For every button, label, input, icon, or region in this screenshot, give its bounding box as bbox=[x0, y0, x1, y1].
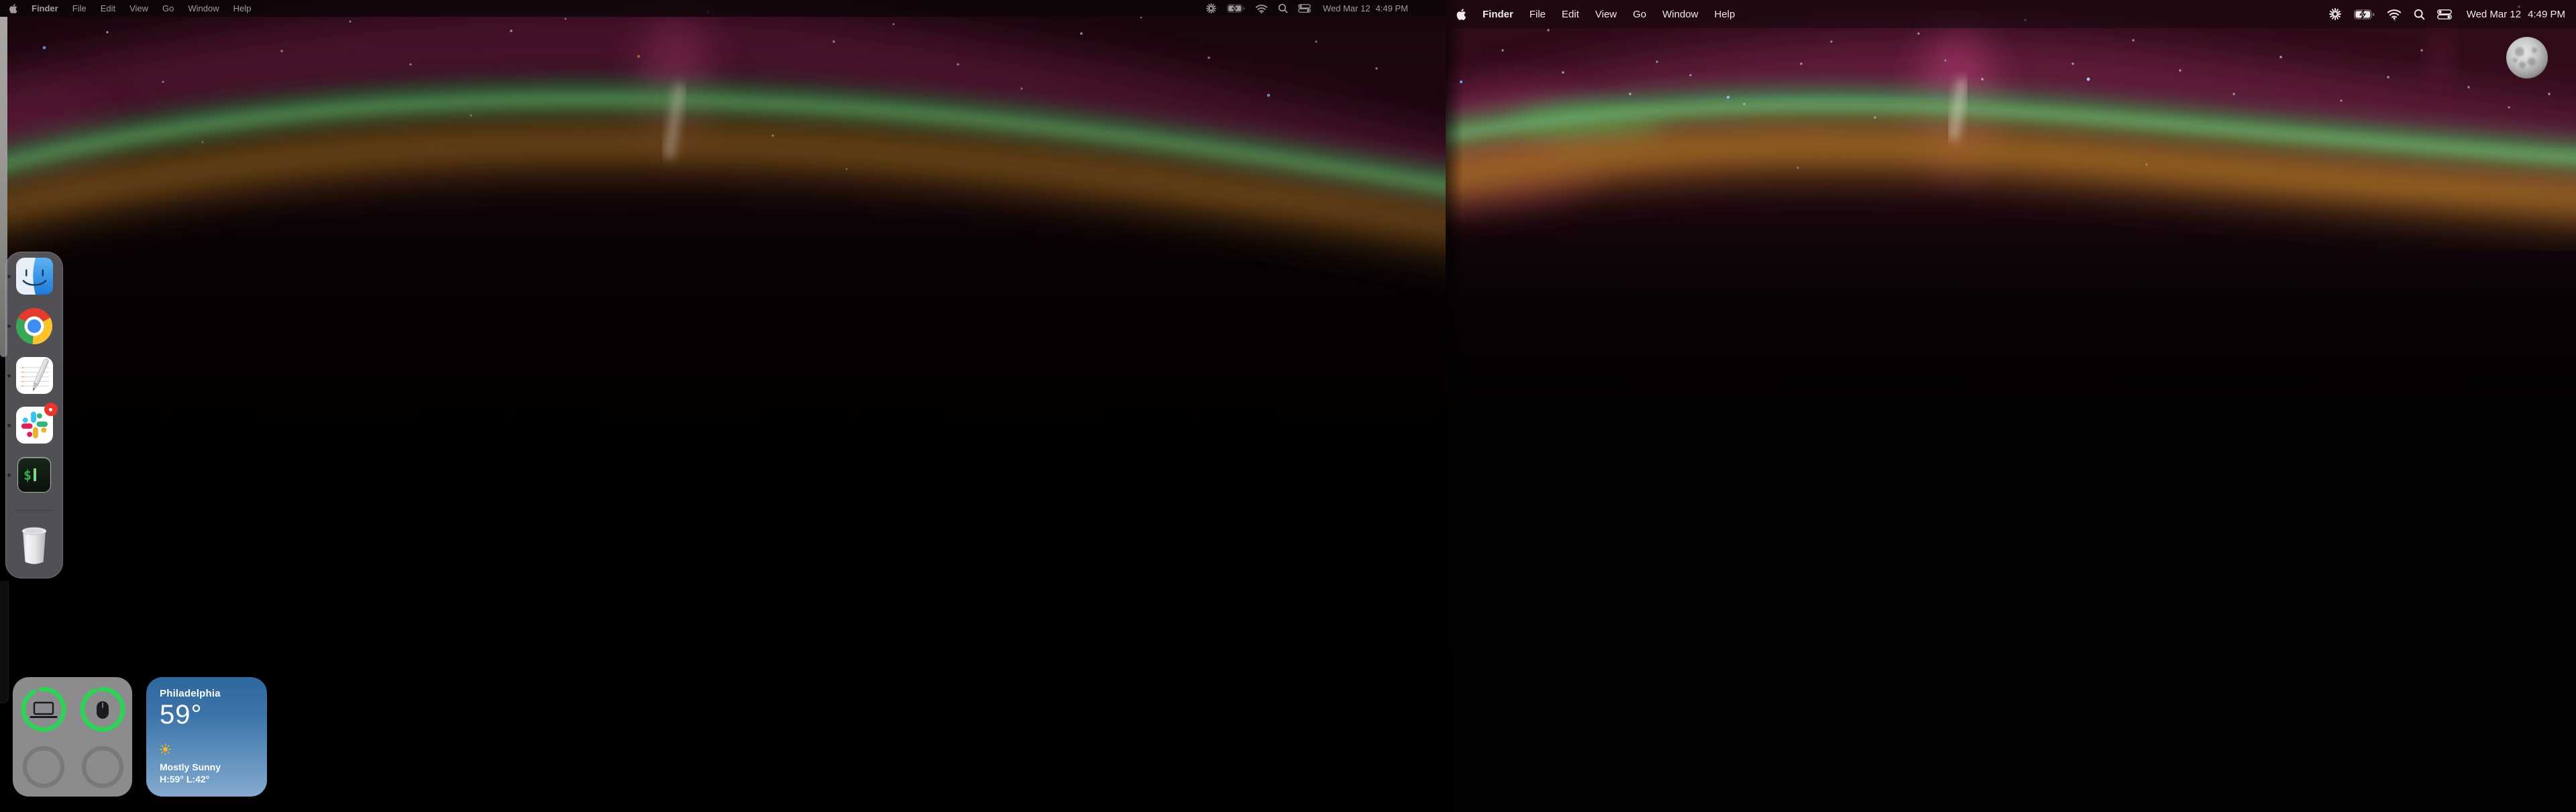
search-icon[interactable] bbox=[2414, 9, 2425, 20]
aurora-wallpaper-right bbox=[1446, 0, 2576, 812]
menu-file[interactable]: File bbox=[72, 3, 87, 13]
left-display: Finder File Edit View Go Window Help bbox=[0, 0, 1446, 812]
apple-logo-icon[interactable] bbox=[9, 3, 17, 14]
notification-badge bbox=[44, 403, 58, 416]
running-indicator bbox=[7, 423, 11, 427]
menu-view[interactable]: View bbox=[1595, 9, 1617, 20]
chrome-icon bbox=[16, 308, 52, 344]
desktop: Finder File Edit View Go Window Help bbox=[0, 0, 2576, 812]
running-indicator bbox=[7, 374, 11, 377]
offscreen-window-edge-dark bbox=[0, 581, 9, 703]
trash-icon bbox=[15, 525, 54, 566]
menu-bar-clock[interactable]: Wed Mar 12 4:49 PM bbox=[2467, 9, 2565, 20]
battery-widget[interactable] bbox=[13, 677, 132, 797]
menu-bar-clock[interactable]: Wed Mar 12 4:49 PM bbox=[1323, 3, 1408, 13]
settings-gear-icon[interactable] bbox=[1205, 3, 1217, 14]
control-center-icon[interactable] bbox=[1298, 4, 1311, 13]
empty-battery-ring bbox=[84, 748, 121, 786]
battery-charging-icon[interactable] bbox=[2354, 9, 2375, 19]
app-menu-finder[interactable]: Finder bbox=[1483, 9, 1513, 20]
clock-time: 4:49 PM bbox=[1376, 3, 1408, 13]
running-indicator bbox=[7, 324, 11, 327]
running-indicator bbox=[7, 274, 11, 278]
weather-high-low: H:59° L:42° bbox=[160, 774, 254, 784]
weather-condition: Mostly Sunny bbox=[160, 762, 254, 772]
terminal-icon: $ bbox=[17, 457, 51, 493]
menu-bar: Finder File Edit View Go Window Help bbox=[1446, 0, 2576, 28]
dock-item-slack[interactable] bbox=[16, 407, 53, 444]
dock-item-terminal[interactable]: $ bbox=[16, 456, 53, 493]
menu-go[interactable]: Go bbox=[162, 3, 174, 13]
moon bbox=[2506, 37, 2548, 79]
terminal-prompt-glyph: $ bbox=[23, 468, 32, 482]
weather-temperature: 59° bbox=[160, 700, 254, 730]
menu-go[interactable]: Go bbox=[1633, 9, 1646, 20]
settings-gear-icon[interactable] bbox=[2328, 7, 2342, 21]
menu-edit[interactable]: Edit bbox=[101, 3, 115, 13]
dock-item-trash[interactable] bbox=[15, 525, 54, 566]
dock: $ bbox=[5, 252, 63, 578]
running-indicator bbox=[7, 473, 11, 476]
clock-time: 4:49 PM bbox=[2528, 9, 2565, 20]
terminal-cursor bbox=[34, 468, 36, 481]
dock-divider bbox=[15, 510, 54, 511]
menu-window[interactable]: Window bbox=[1662, 9, 1698, 20]
dock-item-chrome[interactable] bbox=[16, 307, 53, 344]
weather-city: Philadelphia bbox=[160, 688, 254, 699]
control-center-icon[interactable] bbox=[2437, 9, 2452, 19]
wifi-icon[interactable] bbox=[1255, 4, 1268, 13]
wifi-icon[interactable] bbox=[2387, 9, 2402, 19]
menu-edit[interactable]: Edit bbox=[1562, 9, 1579, 20]
right-display: Finder File Edit View Go Window Help bbox=[1446, 0, 2576, 812]
dock-item-notes[interactable] bbox=[16, 357, 53, 394]
app-menu-finder[interactable]: Finder bbox=[32, 3, 58, 13]
dock-item-finder[interactable] bbox=[16, 258, 53, 295]
menu-file[interactable]: File bbox=[1529, 9, 1546, 20]
notes-icon bbox=[16, 357, 53, 394]
menu-help[interactable]: Help bbox=[1715, 9, 1735, 20]
clock-date: Wed Mar 12 bbox=[2467, 9, 2521, 20]
finder-icon bbox=[16, 258, 53, 295]
search-icon[interactable] bbox=[1278, 3, 1288, 13]
menu-bar: Finder File Edit View Go Window Help bbox=[0, 0, 1446, 17]
clock-date: Wed Mar 12 bbox=[1323, 3, 1371, 13]
battery-charging-icon[interactable] bbox=[1227, 4, 1245, 13]
mouse-icon bbox=[97, 701, 109, 719]
laptop-battery-ring bbox=[21, 687, 66, 732]
sun-icon bbox=[160, 744, 254, 758]
menu-help[interactable]: Help bbox=[233, 3, 252, 13]
laptop-icon bbox=[31, 703, 56, 717]
menu-view[interactable]: View bbox=[129, 3, 148, 13]
apple-logo-icon[interactable] bbox=[1456, 8, 1466, 21]
weather-widget[interactable]: Philadelphia 59° Mostly Sunny H:59° L:42… bbox=[146, 677, 267, 797]
menu-window[interactable]: Window bbox=[188, 3, 219, 13]
empty-battery-ring bbox=[25, 748, 62, 786]
